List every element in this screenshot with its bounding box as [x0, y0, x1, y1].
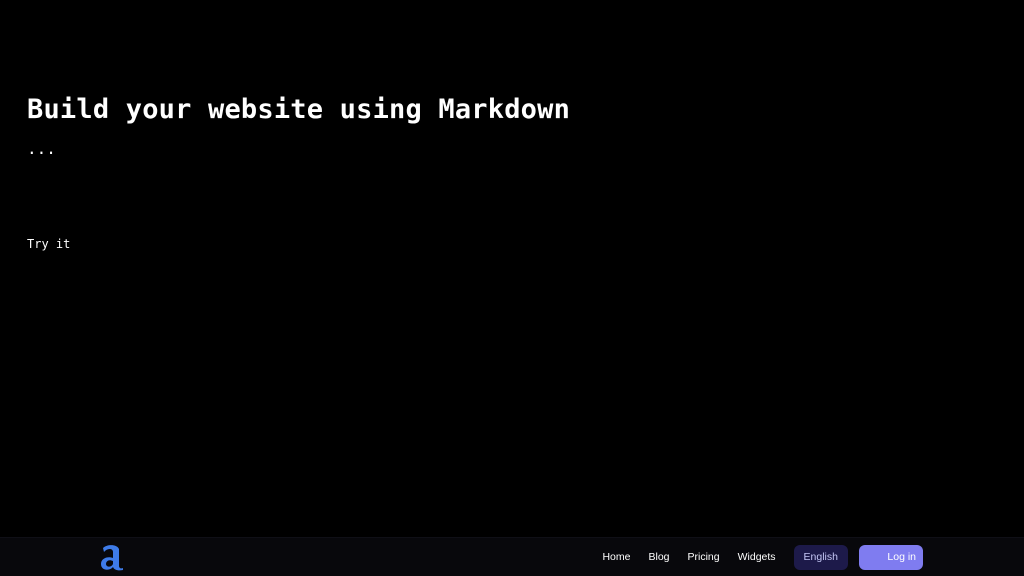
nav-home-link[interactable]: Home: [602, 551, 630, 563]
bottom-navbar: Home Blog Pricing Widgets English Log in: [0, 537, 1024, 576]
nav-links: Home Blog Pricing Widgets English Log in: [602, 544, 923, 570]
markdown-a-logo-icon[interactable]: [99, 543, 125, 571]
nav-pricing-link[interactable]: Pricing: [688, 551, 720, 563]
logo-graphic: [101, 545, 123, 571]
hero-ellipsis: ...: [27, 139, 56, 158]
hero-section: Build your website using Markdown ...: [27, 92, 1004, 160]
page-title: Build your website using Markdown: [27, 94, 571, 125]
nav-blog-link[interactable]: Blog: [648, 551, 669, 563]
nav-widgets-link[interactable]: Widgets: [738, 551, 776, 563]
login-button[interactable]: Log in: [859, 544, 923, 570]
try-it-link[interactable]: Try it: [27, 236, 70, 252]
language-selector-button[interactable]: English: [793, 544, 848, 570]
